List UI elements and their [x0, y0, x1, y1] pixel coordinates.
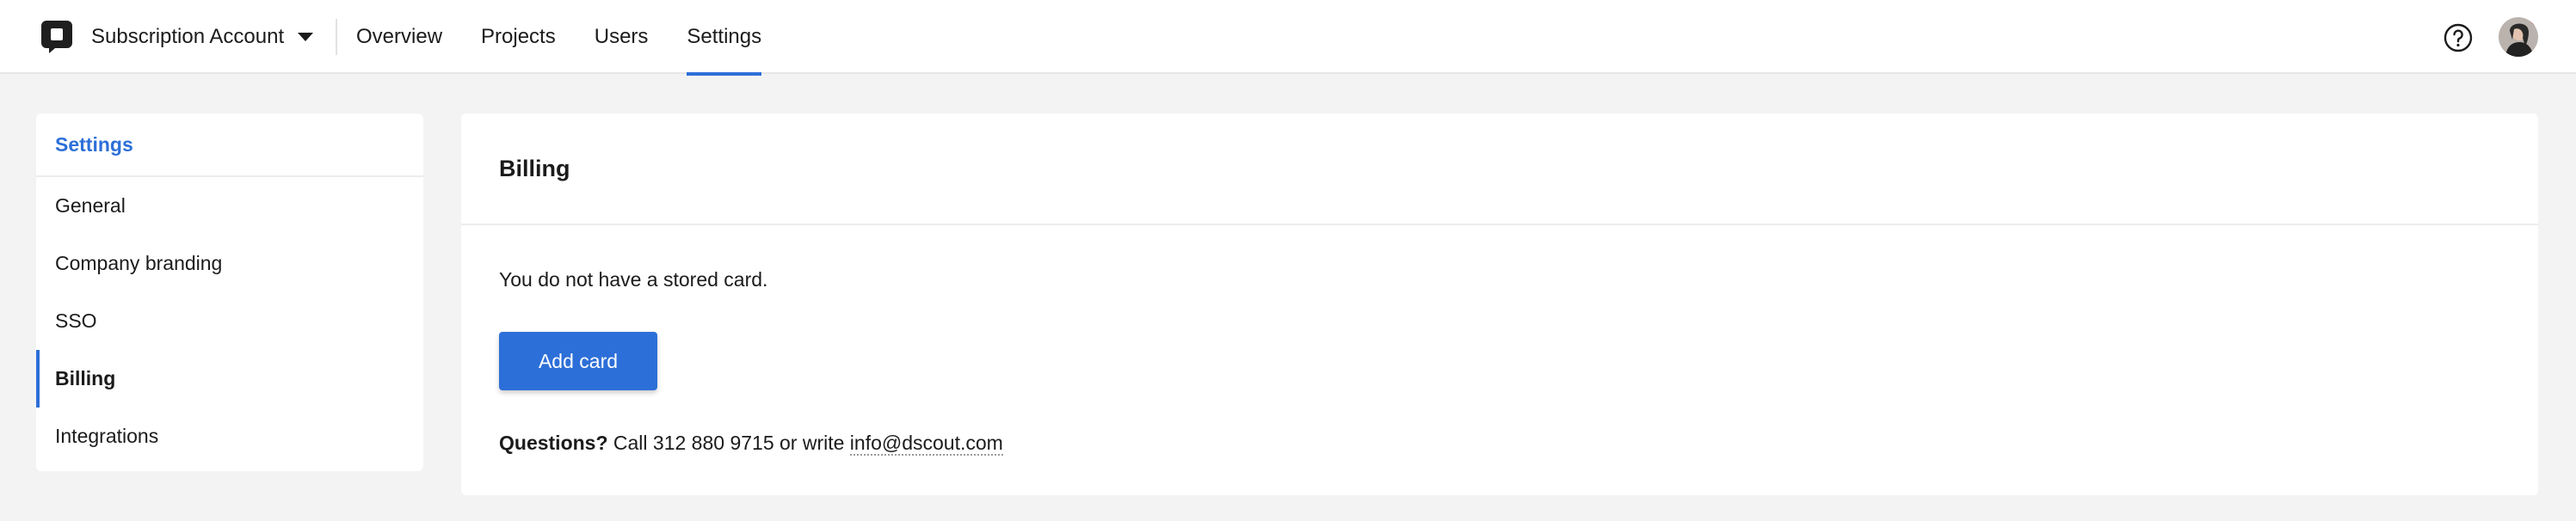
add-card-button[interactable]: Add card — [499, 332, 657, 390]
sidebar-item-integrations[interactable]: Integrations — [36, 408, 423, 465]
top-navigation-bar: Subscription Account Overview Projects U… — [0, 0, 2576, 76]
sidebar-title: Settings — [36, 113, 423, 177]
question-mark-icon[interactable] — [2444, 23, 2473, 52]
avatar-image — [2499, 17, 2538, 57]
account-switcher[interactable]: Subscription Account — [91, 0, 314, 74]
account-name: Subscription Account — [91, 25, 285, 48]
email-link[interactable]: info@dscout.com — [849, 432, 1003, 456]
sidebar-item-billing[interactable]: Billing — [36, 350, 423, 408]
no-card-message: You do not have a stored card. — [499, 268, 768, 291]
nav-settings[interactable]: Settings — [687, 0, 761, 76]
contact-info: Questions? Call 312 880 9715 or write in… — [499, 432, 1003, 456]
questions-text: Call 312 880 9715 or write — [607, 432, 850, 454]
sidebar-item-sso[interactable]: SSO — [36, 292, 423, 350]
nav-divider — [336, 19, 337, 55]
nav-users[interactable]: Users — [595, 0, 649, 74]
chat-bubble-logo-icon[interactable] — [41, 21, 72, 53]
main-nav: Overview Projects Users Settings — [356, 0, 800, 76]
sidebar-item-general[interactable]: General — [36, 177, 423, 235]
questions-label: Questions? — [499, 432, 608, 454]
caret-down-icon — [298, 33, 314, 41]
sidebar-item-company-branding[interactable]: Company branding — [36, 235, 423, 292]
user-avatar[interactable] — [2499, 17, 2538, 57]
nav-projects[interactable]: Projects — [481, 0, 556, 74]
billing-title: Billing — [461, 113, 2538, 225]
billing-panel: Billing You do not have a stored card. A… — [461, 113, 2538, 495]
nav-overview[interactable]: Overview — [356, 0, 442, 74]
settings-sidebar: Settings General Company branding SSO Bi… — [36, 113, 423, 471]
